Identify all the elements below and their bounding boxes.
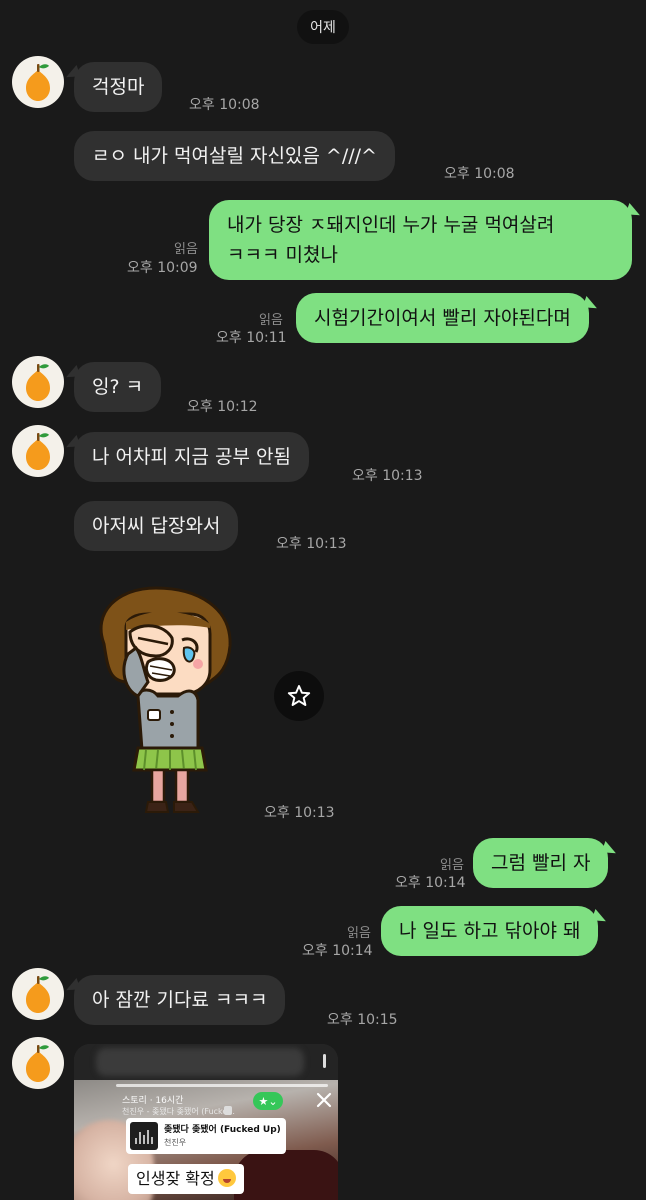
song-artist: 천진우 xyxy=(164,1138,187,1147)
orange-pear-icon xyxy=(26,364,50,401)
message-bubble-incoming[interactable]: 걱정마 xyxy=(74,62,163,112)
grimace-emoji-icon xyxy=(217,1169,236,1187)
crying-girl-sticker[interactable] xyxy=(86,584,246,820)
close-friends-star-icon: ★⌄ xyxy=(253,1092,283,1110)
orange-pear-icon xyxy=(26,64,50,101)
message-line: 내가 당장 ㅈ돼지인데 누가 누굴 먹여살려 xyxy=(227,214,555,236)
story-caption: 인생잦 확정 xyxy=(128,1164,244,1194)
message-time: 오후 10:09 xyxy=(127,260,198,276)
close-icon[interactable] xyxy=(314,1090,334,1110)
friend-avatar[interactable] xyxy=(12,56,64,108)
message-line: ㅋㅋㅋ 미쳤나 xyxy=(227,244,338,266)
music-badge-icon xyxy=(224,1106,232,1115)
message-time: 오후 10:13 xyxy=(352,468,423,484)
friend-avatar[interactable] xyxy=(12,356,64,408)
orange-pear-icon xyxy=(26,1045,50,1082)
message-time: 오후 10:13 xyxy=(264,805,335,821)
message-time: 오후 10:14 xyxy=(395,875,466,891)
story-image-detail xyxy=(234,1150,338,1200)
read-receipt: 읽음 xyxy=(347,926,371,941)
message-time: 오후 10:15 xyxy=(327,1012,398,1028)
friend-avatar[interactable] xyxy=(12,968,64,1020)
divider xyxy=(323,1054,326,1068)
orange-pear-icon xyxy=(26,976,50,1013)
blurred-header xyxy=(74,1044,338,1080)
story-music-line: 천진우 - 좆됐다 좆됐어 (Fucke... xyxy=(122,1107,235,1116)
shared-story-card[interactable]: 스토리 · 16시간 천진우 - 좆됐다 좆됐어 (Fucke... ★⌄ 좆됐… xyxy=(74,1044,338,1200)
message-bubble-incoming[interactable]: ㄹㅇ 내가 먹여살릴 자신있음 ^///^ xyxy=(74,131,395,181)
message-bubble-incoming[interactable]: 아 잠깐 기다료 ㅋㅋㅋ xyxy=(74,975,286,1025)
message-time: 오후 10:08 xyxy=(444,166,515,182)
story-progress-bar xyxy=(116,1084,328,1087)
music-sticker[interactable]: 좆됐다 좆됐어 (Fucked Up) 천진우 xyxy=(126,1118,286,1154)
message-bubble-outgoing[interactable]: 내가 당장 ㅈ돼지인데 누가 누굴 먹여살려 ㅋㅋㅋ 미쳤나 xyxy=(209,200,632,280)
read-receipt: 읽음 xyxy=(259,313,283,328)
caption-text: 인생잦 확정 xyxy=(136,1169,215,1188)
message-bubble-outgoing[interactable]: 그럼 빨리 자 xyxy=(473,838,609,888)
blurred-text xyxy=(96,1048,304,1076)
message-bubble-incoming[interactable]: 아저씨 답장와서 xyxy=(74,501,239,551)
message-time: 오후 10:08 xyxy=(189,97,260,113)
message-time: 오후 10:14 xyxy=(302,943,373,959)
message-bubble-outgoing[interactable]: 시험기간이여서 빨리 자야된다며 xyxy=(296,293,589,343)
album-art-icon xyxy=(130,1122,158,1150)
date-divider: 어제 xyxy=(297,10,349,44)
read-receipt: 읽음 xyxy=(440,858,464,873)
song-title: 좆됐다 좆됐어 (Fucked Up) xyxy=(164,1125,281,1135)
story-preview[interactable]: 스토리 · 16시간 천진우 - 좆됐다 좆됐어 (Fucke... ★⌄ 좆됐… xyxy=(74,1080,338,1200)
friend-avatar[interactable] xyxy=(12,425,64,477)
message-time: 오후 10:12 xyxy=(187,399,258,415)
message-time: 오후 10:13 xyxy=(276,536,347,552)
favorite-sticker-button[interactable] xyxy=(274,671,324,721)
message-bubble-outgoing[interactable]: 나 일도 하고 닦아야 돼 xyxy=(381,906,599,956)
orange-pear-icon xyxy=(26,433,50,470)
message-time: 오후 10:11 xyxy=(216,330,287,346)
star-icon xyxy=(287,685,311,706)
read-receipt: 읽음 xyxy=(174,242,198,257)
message-bubble-incoming[interactable]: 잉? ㅋ xyxy=(74,362,162,412)
message-bubble-incoming[interactable]: 나 어차피 지금 공부 안됨 xyxy=(74,432,309,482)
friend-avatar[interactable] xyxy=(12,1037,64,1089)
story-header: 스토리 · 16시간 xyxy=(122,1096,184,1106)
